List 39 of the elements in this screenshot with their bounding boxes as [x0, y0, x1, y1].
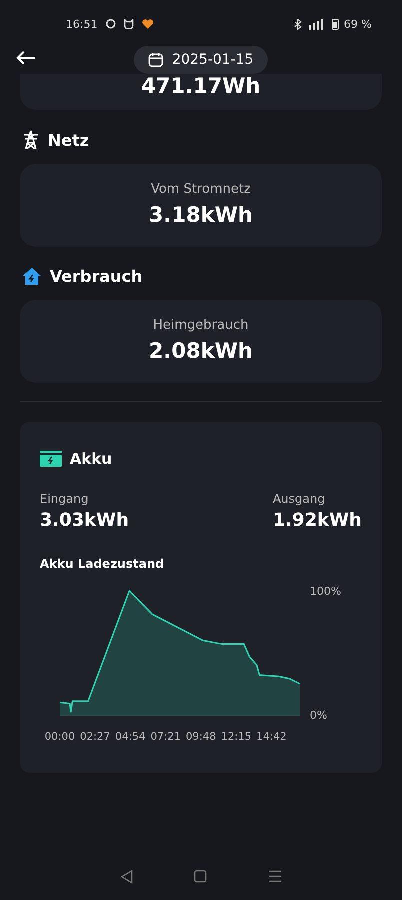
menu-icon [268, 870, 282, 883]
square-home-icon [194, 870, 206, 883]
back-nav-button[interactable] [118, 868, 134, 886]
x-tick-label: 09:48 [186, 731, 216, 743]
status-time: 16:51 [66, 18, 98, 30]
triangle-back-icon [120, 870, 132, 884]
x-tick-label: 07:21 [150, 731, 181, 743]
battery-charging-icon [40, 451, 62, 467]
ring-icon [106, 19, 116, 29]
x-tick-label: 04:54 [115, 731, 146, 743]
heart-icon [142, 19, 154, 29]
x-tick-label: 14:42 [256, 731, 287, 743]
x-tick-label: 00:00 [44, 731, 76, 743]
energy-value: 2.08kWh [149, 339, 253, 363]
battery-icon [332, 18, 340, 30]
card-label: Vom Stromnetz [151, 182, 251, 197]
back-arrow-icon [16, 50, 36, 66]
section-title: Verbrauch [50, 267, 143, 286]
house-icon [22, 267, 42, 286]
power-pylon-icon [22, 130, 40, 150]
card-label: Heimgebrauch [153, 318, 249, 333]
energy-value: 471.17Wh [141, 74, 261, 98]
date-picker-button[interactable]: 2025-01-15 [134, 46, 268, 74]
x-tick-label: 02:27 [80, 731, 110, 743]
section-title: Netz [48, 130, 90, 150]
x-tick-label: 12:15 [221, 731, 252, 743]
stat-value: 1.92kWh [272, 510, 362, 531]
stat-label: Eingang [40, 492, 89, 506]
energy-value: 3.18kWh [149, 203, 253, 227]
stat-value: 3.03kWh [40, 510, 130, 531]
y-tick-label: 0% [310, 709, 328, 722]
chart-title: Akku Ladezustand [40, 557, 166, 571]
bluetooth-icon [294, 18, 302, 30]
battery-percent: 69 % [344, 18, 372, 30]
calendar-icon [148, 52, 164, 68]
cat-icon [124, 19, 134, 29]
card-title: Akku [70, 450, 112, 468]
y-tick-label: 100% [310, 585, 342, 598]
stat-label: Ausgang [272, 492, 326, 506]
